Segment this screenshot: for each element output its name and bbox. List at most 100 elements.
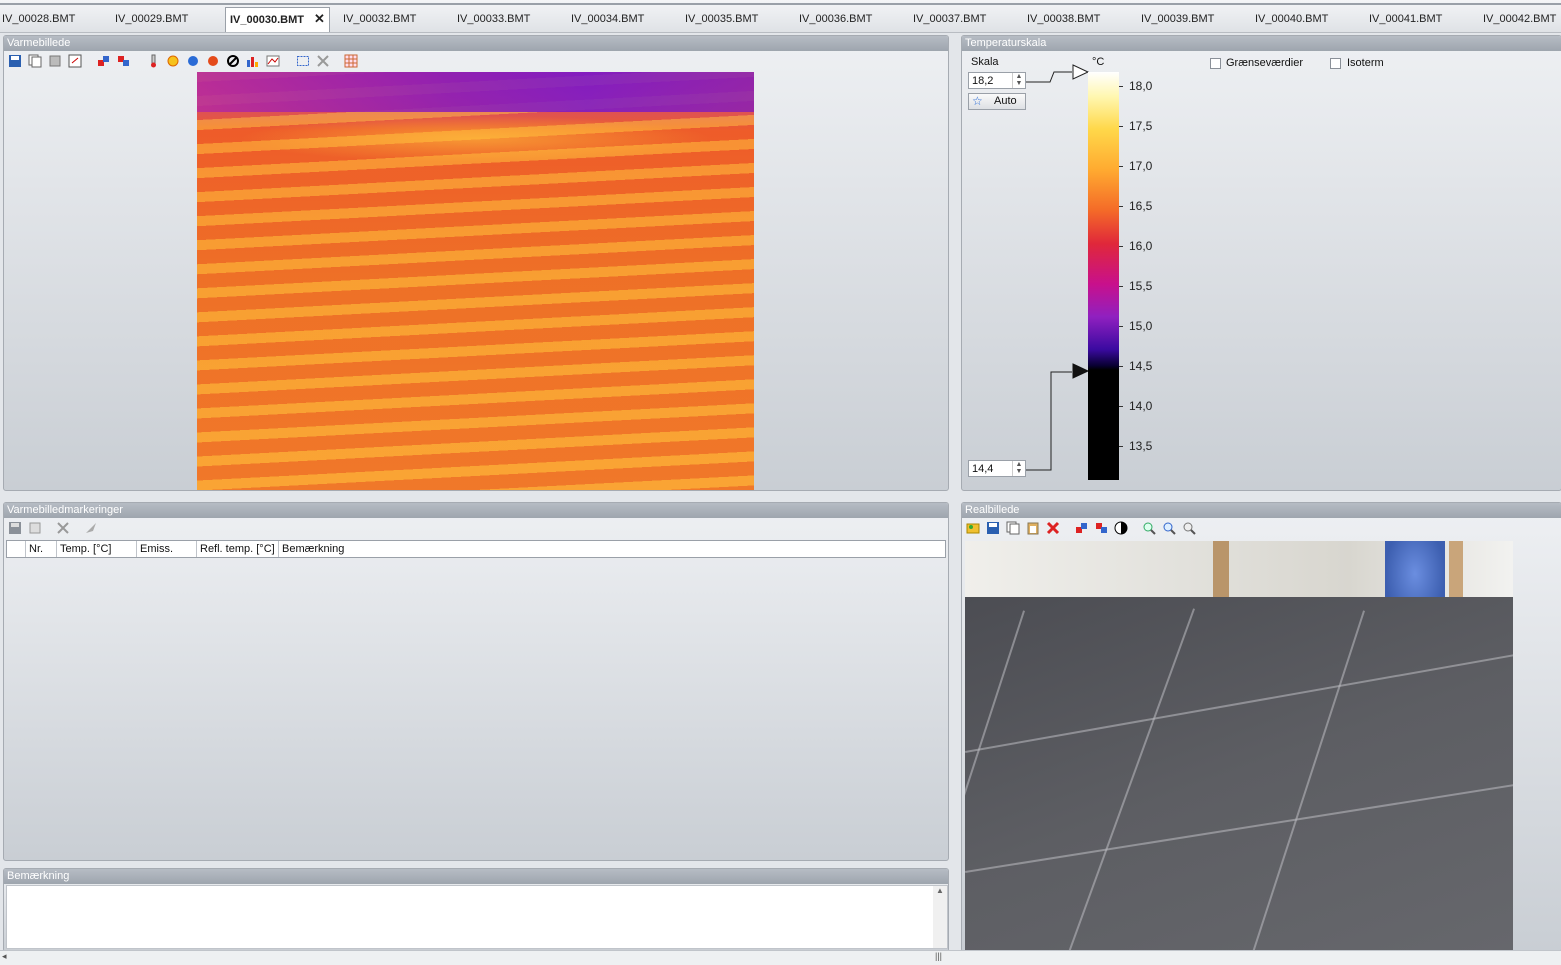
tab-iv-00037[interactable]: IV_00037.BMT <box>913 8 986 30</box>
tick-mark <box>1119 326 1123 327</box>
tick-label: 17,5 <box>1129 119 1153 133</box>
remark-panel: Bemærkning ▲ <box>3 868 949 952</box>
delete-icon[interactable] <box>1045 520 1061 536</box>
rotate-right-icon[interactable] <box>115 53 131 69</box>
panel-title: Varmebilledmarkeringer <box>4 503 948 518</box>
tick-mark <box>1119 86 1123 87</box>
copy-icon[interactable] <box>27 53 43 69</box>
close-tab-icon[interactable]: ✕ <box>314 11 325 26</box>
grid-icon[interactable] <box>343 53 359 69</box>
tab-label: IV_00030.BMT <box>230 14 304 26</box>
copy-icon[interactable] <box>1005 520 1021 536</box>
point-marker-icon[interactable] <box>205 53 221 69</box>
tick-mark <box>1119 246 1123 247</box>
scroll-grip-icon[interactable]: ||| <box>935 951 942 961</box>
temperature-scale-panel: Temperaturskala Skala 18,2 ▲ ▼ ☆ Auto 14,4… <box>961 35 1561 491</box>
column-header-nr[interactable]: Nr. <box>26 541 57 557</box>
markings-panel: Varmebilledmarkeringer Nr. Temp. [°C] Em… <box>3 502 949 861</box>
delete-icon[interactable] <box>55 520 71 536</box>
import-icon[interactable] <box>47 53 63 69</box>
save-icon[interactable] <box>7 520 23 536</box>
tab-iv-00039[interactable]: IV_00039.BMT <box>1141 8 1214 30</box>
hot-spot-icon[interactable] <box>165 53 181 69</box>
isotherm-checkbox[interactable] <box>1330 58 1341 69</box>
auto-button[interactable]: ☆ Auto <box>968 93 1026 110</box>
save-icon[interactable] <box>7 53 23 69</box>
tick-label: 14,5 <box>1129 359 1153 373</box>
zoom-in-icon[interactable] <box>1141 520 1157 536</box>
tab-iv-00029[interactable]: IV_00029.BMT <box>115 8 188 30</box>
contrast-icon[interactable] <box>1113 520 1129 536</box>
tick-mark <box>1119 446 1123 447</box>
tab-iv-00041[interactable]: IV_00041.BMT <box>1369 8 1442 30</box>
delete-marker-icon[interactable] <box>225 53 241 69</box>
cold-spot-icon[interactable] <box>185 53 201 69</box>
photo-floor <box>965 597 1513 951</box>
column-header-temp[interactable]: Temp. [°C] <box>57 541 137 557</box>
remark-textarea[interactable]: ▲ <box>6 885 948 949</box>
tick-label: 13,5 <box>1129 439 1153 453</box>
tick-mark <box>1119 366 1123 367</box>
tick-mark <box>1119 406 1123 407</box>
save-icon[interactable] <box>985 520 1001 536</box>
zoom-out-icon[interactable] <box>1161 520 1177 536</box>
tab-iv-00034[interactable]: IV_00034.BMT <box>571 8 644 30</box>
tick-mark <box>1119 166 1123 167</box>
rotate-left-icon[interactable] <box>1073 520 1089 536</box>
tick-label: 17,0 <box>1129 159 1153 173</box>
column-header-emiss[interactable]: Emiss. <box>137 541 197 557</box>
thermal-image[interactable] <box>197 72 754 490</box>
select-area-icon[interactable] <box>295 53 311 69</box>
rotate-right-icon[interactable] <box>1093 520 1109 536</box>
column-header-refl-temp[interactable]: Refl. temp. [°C] <box>197 541 279 557</box>
profile-icon[interactable] <box>265 53 281 69</box>
tab-iv-00030[interactable]: IV_00030.BMT ✕ <box>225 7 330 32</box>
navigate-icon[interactable] <box>83 520 99 536</box>
real-photo[interactable] <box>965 541 1513 951</box>
export-icon[interactable] <box>67 53 83 69</box>
tab-iv-00038[interactable]: IV_00038.BMT <box>1027 8 1100 30</box>
tab-strip-border <box>0 3 1561 5</box>
tick-label: 15,5 <box>1129 279 1153 293</box>
zoom-fit-icon[interactable] <box>1181 520 1197 536</box>
thermal-cold-region <box>197 72 754 112</box>
histogram-icon[interactable] <box>245 53 261 69</box>
tab-iv-00032[interactable]: IV_00032.BMT <box>343 8 416 30</box>
paste-icon[interactable] <box>1025 520 1041 536</box>
panel-title: Realbillede <box>962 503 1561 518</box>
tick-label: 14,0 <box>1129 399 1153 413</box>
rotate-left-icon[interactable] <box>95 53 111 69</box>
scale-min-input[interactable]: 14,4 ▲ ▼ <box>968 460 1026 477</box>
scale-max-input[interactable]: 18,2 ▲ ▼ <box>968 72 1026 89</box>
file-tab-strip: IV_00028.BMT IV_00029.BMT IV_00030.BMT ✕ … <box>0 0 1561 33</box>
tab-iv-00036[interactable]: IV_00036.BMT <box>799 8 872 30</box>
tab-iv-00035[interactable]: IV_00035.BMT <box>685 8 758 30</box>
tab-iv-00028[interactable]: IV_00028.BMT <box>2 8 75 30</box>
remark-scrollbar[interactable]: ▲ <box>933 886 947 948</box>
tick-mark <box>1119 126 1123 127</box>
spinner-arrows[interactable]: ▲ ▼ <box>1012 73 1025 88</box>
tab-iv-00042[interactable]: IV_00042.BMT <box>1483 8 1556 30</box>
unit-label: °C <box>1092 56 1105 68</box>
horizontal-scrollbar[interactable]: ◂ ||| <box>0 950 1561 965</box>
spinner-arrows[interactable]: ▲ ▼ <box>1012 461 1025 476</box>
tick-label: 15,0 <box>1129 319 1153 333</box>
panel-title: Temperaturskala <box>962 36 1561 51</box>
tick-mark <box>1119 206 1123 207</box>
tab-iv-00033[interactable]: IV_00033.BMT <box>457 8 530 30</box>
tick-label: 16,0 <box>1129 239 1153 253</box>
row-selector-header <box>7 541 26 557</box>
tick-mark <box>1119 286 1123 287</box>
scale-max-value: 18,2 <box>972 75 994 87</box>
thermometer-icon[interactable] <box>145 53 161 69</box>
auto-label: Auto <box>994 95 1017 107</box>
panel-title: Varmebillede <box>4 36 948 51</box>
clear-selection-icon[interactable] <box>315 53 331 69</box>
skala-label: Skala <box>971 56 999 68</box>
copy-icon[interactable] <box>27 520 43 536</box>
scroll-left-icon[interactable]: ◂ <box>2 951 7 962</box>
open-image-icon[interactable] <box>965 520 981 536</box>
column-header-remark[interactable]: Bemærkning <box>279 541 402 557</box>
limits-checkbox[interactable] <box>1210 58 1221 69</box>
tab-iv-00040[interactable]: IV_00040.BMT <box>1255 8 1328 30</box>
